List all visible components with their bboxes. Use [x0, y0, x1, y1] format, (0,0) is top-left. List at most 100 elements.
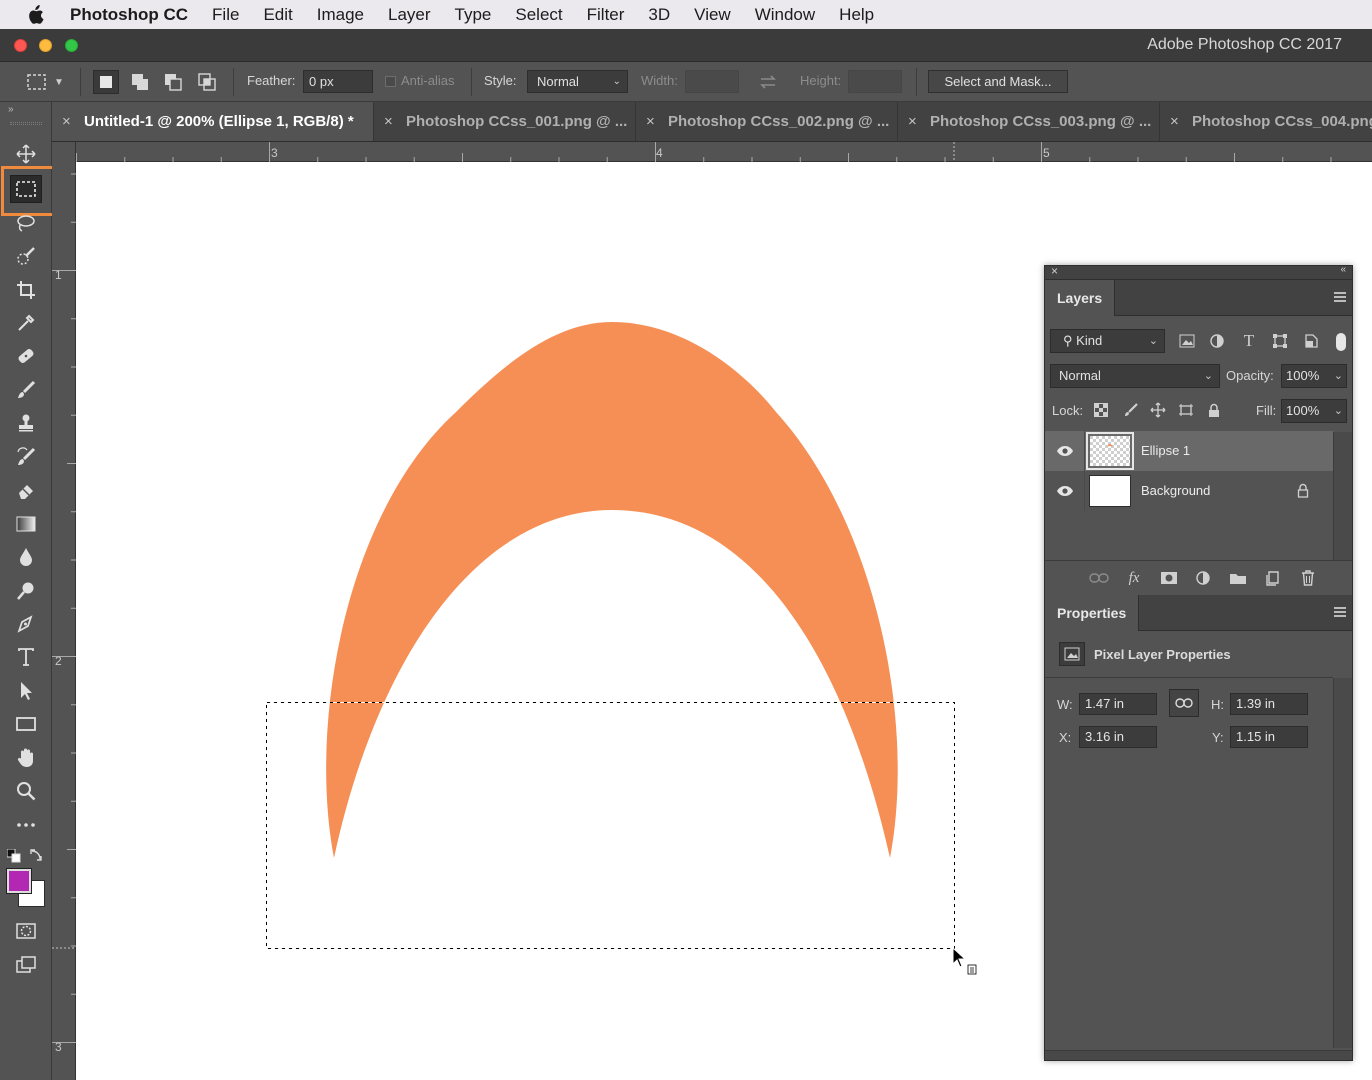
marquee-selection[interactable]: [266, 702, 955, 949]
filter-smart-object-icon[interactable]: [1299, 331, 1323, 351]
y-position-field[interactable]: 1.15 in: [1230, 726, 1308, 748]
kind-filter-select[interactable]: ⚲ Kind ⌄: [1050, 329, 1165, 353]
properties-scrollbar[interactable]: [1333, 678, 1352, 1048]
crop-tool-icon[interactable]: [10, 276, 42, 304]
feather-input[interactable]: 0 px: [303, 70, 373, 93]
healing-brush-tool-icon[interactable]: [10, 342, 42, 370]
swap-width-height-icon[interactable]: [757, 72, 779, 92]
lock-artboard-icon[interactable]: [1176, 400, 1196, 420]
layer-name[interactable]: Ellipse 1: [1141, 443, 1190, 458]
default-colors-icon[interactable]: [6, 848, 21, 863]
close-tab-icon[interactable]: ×: [908, 102, 930, 141]
opacity-input[interactable]: 100% ⌄: [1281, 364, 1347, 388]
quick-mask-icon[interactable]: [10, 917, 42, 945]
pen-tool-icon[interactable]: [10, 610, 42, 638]
menu-view[interactable]: View: [694, 5, 731, 25]
filter-toggle-switch[interactable]: [1336, 333, 1346, 351]
blend-mode-select[interactable]: Normal ⌄: [1050, 364, 1220, 388]
lock-icon[interactable]: [1295, 481, 1311, 499]
history-brush-tool-icon[interactable]: [10, 443, 42, 471]
zoom-tool-icon[interactable]: [10, 777, 42, 805]
menu-edit[interactable]: Edit: [263, 5, 292, 25]
foreground-color-swatch[interactable]: [7, 869, 31, 893]
vertical-ruler[interactable]: 1 2 3: [52, 142, 76, 1080]
intersect-selection-icon[interactable]: [194, 70, 220, 94]
new-adjustment-layer-icon[interactable]: [1191, 568, 1215, 588]
link-dimensions-icon[interactable]: [1169, 689, 1199, 717]
tab-layers[interactable]: Layers: [1045, 280, 1116, 316]
menu-layer[interactable]: Layer: [388, 5, 431, 25]
menu-help[interactable]: Help: [839, 5, 874, 25]
width-field[interactable]: 1.47 in: [1079, 693, 1157, 715]
clone-stamp-tool-icon[interactable]: [10, 409, 42, 437]
type-tool-icon[interactable]: [10, 643, 42, 671]
panel-header-strip[interactable]: × «: [1045, 264, 1352, 280]
style-select[interactable]: Normal ⌄: [527, 70, 628, 93]
tab-ccss-001[interactable]: × Photoshop CCss_001.png @ ...: [374, 102, 636, 141]
blur-tool-icon[interactable]: [10, 543, 42, 571]
menu-filter[interactable]: Filter: [587, 5, 625, 25]
height-input[interactable]: [848, 70, 902, 93]
swap-colors-icon[interactable]: [29, 848, 43, 862]
close-window-button[interactable]: [14, 39, 27, 52]
select-and-mask-button[interactable]: Select and Mask...: [928, 70, 1068, 93]
subtract-from-selection-icon[interactable]: [160, 70, 186, 94]
link-layers-icon[interactable]: [1087, 568, 1111, 588]
menu-type[interactable]: Type: [455, 5, 492, 25]
menu-file[interactable]: File: [212, 5, 239, 25]
menu-image[interactable]: Image: [317, 5, 364, 25]
horizontal-ruler[interactable]: 3 4 5: [76, 142, 1372, 162]
move-tool-icon[interactable]: [10, 140, 42, 168]
x-position-field[interactable]: 3.16 in: [1079, 726, 1157, 748]
eraser-tool-icon[interactable]: [10, 476, 42, 504]
zoom-window-button[interactable]: [65, 39, 78, 52]
quick-selection-tool-icon[interactable]: [10, 242, 42, 270]
apple-icon[interactable]: [0, 4, 70, 25]
close-panel-icon[interactable]: ×: [1051, 264, 1058, 278]
lock-transparent-pixels-icon[interactable]: [1091, 400, 1111, 420]
eye-visibility-icon[interactable]: [1053, 481, 1077, 501]
tab-untitled-1[interactable]: × Untitled-1 @ 200% (Ellipse 1, RGB/8) *: [52, 102, 374, 141]
collapse-panel-icon[interactable]: «: [1340, 264, 1346, 275]
filter-adjustment-icon[interactable]: [1205, 331, 1229, 351]
close-tab-icon[interactable]: ×: [646, 102, 668, 141]
delete-layer-icon[interactable]: [1296, 568, 1320, 588]
layers-scrollbar[interactable]: [1333, 432, 1352, 560]
eyedropper-tool-icon[interactable]: [10, 309, 42, 337]
properties-panel-menu-icon[interactable]: [1334, 607, 1346, 619]
app-name-menu[interactable]: Photoshop CC: [70, 5, 188, 25]
layer-thumbnail[interactable]: [1086, 432, 1134, 470]
path-selection-tool-icon[interactable]: [10, 677, 42, 705]
add-to-selection-icon[interactable]: [127, 70, 153, 94]
tool-preset-picker[interactable]: ▼: [26, 71, 76, 93]
brush-tool-icon[interactable]: [10, 376, 42, 404]
add-mask-icon[interactable]: [1157, 568, 1181, 588]
lock-image-pixels-icon[interactable]: [1121, 400, 1141, 420]
hand-tool-icon[interactable]: [10, 744, 42, 772]
menu-select[interactable]: Select: [515, 5, 562, 25]
filter-shape-icon[interactable]: [1268, 331, 1292, 351]
layer-thumbnail[interactable]: [1089, 475, 1131, 507]
ellipse-1-crescent-shape[interactable]: [326, 322, 898, 858]
close-tab-icon[interactable]: ×: [1170, 102, 1192, 141]
dodge-tool-icon[interactable]: [10, 577, 42, 605]
width-input[interactable]: [685, 70, 739, 93]
expand-panel-icon[interactable]: »: [8, 104, 14, 115]
new-layer-icon[interactable]: [1261, 568, 1285, 588]
layer-name[interactable]: Background: [1141, 483, 1210, 498]
gradient-tool-icon[interactable]: [10, 510, 42, 538]
fill-input[interactable]: 100% ⌄: [1281, 399, 1347, 423]
minimize-window-button[interactable]: [39, 39, 52, 52]
filter-pixel-icon[interactable]: [1175, 331, 1199, 351]
tab-ccss-002[interactable]: × Photoshop CCss_002.png @ ...: [636, 102, 898, 141]
eye-visibility-icon[interactable]: [1053, 441, 1077, 461]
lock-all-icon[interactable]: [1204, 400, 1224, 420]
layer-style-fx-icon[interactable]: fx: [1122, 567, 1146, 589]
panel-resize-grip[interactable]: [1045, 1050, 1352, 1060]
tab-ccss-004[interactable]: × Photoshop CCss_004.png: [1160, 102, 1372, 141]
height-field[interactable]: 1.39 in: [1230, 693, 1308, 715]
close-tab-icon[interactable]: ×: [62, 102, 84, 141]
antialias-checkbox[interactable]: [385, 76, 396, 87]
menu-window[interactable]: Window: [755, 5, 815, 25]
layers-panel-menu-icon[interactable]: [1334, 292, 1346, 304]
